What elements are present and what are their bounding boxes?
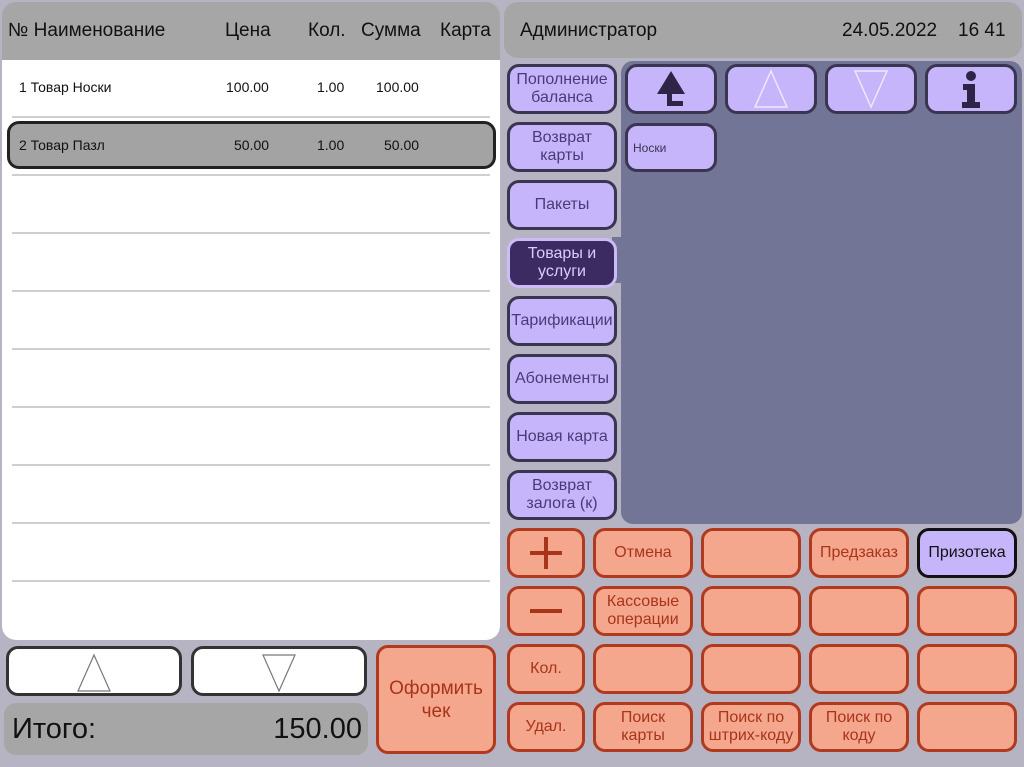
row-name: 2 Товар Пазл <box>19 137 105 153</box>
category-label: Товары и услуги <box>527 245 597 280</box>
row-divider <box>12 580 490 582</box>
go-top-icon <box>657 71 685 106</box>
category-subscriptions[interactable]: Абонементы <box>507 354 617 404</box>
empty-key[interactable] <box>701 644 801 694</box>
empty-key[interactable] <box>593 644 693 694</box>
row-divider <box>12 116 490 118</box>
empty-key[interactable] <box>917 702 1017 752</box>
search-code-label: Поиск по коду <box>825 709 893 744</box>
empty-key[interactable] <box>701 586 801 636</box>
preorder-label: Предзаказ <box>820 544 898 561</box>
category-label: Тарификации <box>511 312 613 329</box>
row-divider <box>12 406 490 408</box>
cash-operations-button[interactable]: Кассовые операции <box>593 586 693 636</box>
search-barcode-button[interactable]: Поиск по штрих-коду <box>701 702 801 752</box>
category-balance-topup[interactable]: Пополнение баланса <box>507 64 617 114</box>
current-time: 16 41 <box>958 20 1006 41</box>
empty-key[interactable] <box>701 528 801 578</box>
row-divider <box>12 290 490 292</box>
search-barcode-label: Поиск по штрих-коду <box>708 709 794 744</box>
minus-icon <box>530 609 562 613</box>
total-value: 150.00 <box>273 713 362 745</box>
user-name: Администратор <box>520 20 658 41</box>
category-label: Пополнение баланса <box>516 71 608 106</box>
category-label: Пакеты <box>534 196 590 213</box>
category-tariffs[interactable]: Тарификации <box>507 296 617 346</box>
row-divider <box>12 348 490 350</box>
product-tile[interactable]: Носки <box>625 123 717 172</box>
search-card-button[interactable]: Поиск карты <box>593 702 693 752</box>
receipt-row-selected[interactable]: 2 Товар Пазл 50.00 1.00 50.00 <box>7 121 496 169</box>
row-divider <box>12 464 490 466</box>
info-button[interactable] <box>925 64 1017 114</box>
scroll-up-button[interactable] <box>6 646 182 696</box>
empty-key[interactable] <box>809 586 909 636</box>
page-down-icon <box>853 70 889 109</box>
prize-store-button[interactable]: Призотека <box>917 528 1017 578</box>
page-up-button[interactable] <box>725 64 817 114</box>
row-qty: 1.00 <box>317 137 345 153</box>
checkout-label: Оформить чек <box>389 677 483 722</box>
row-divider <box>12 522 490 524</box>
row-divider <box>12 174 490 176</box>
plus-button[interactable] <box>507 528 585 578</box>
empty-key[interactable] <box>917 644 1017 694</box>
page-up-icon <box>753 69 789 108</box>
prize-store-label: Призотека <box>928 544 1006 561</box>
checkout-button[interactable]: Оформить чек <box>376 645 496 754</box>
delete-label: Удал. <box>525 718 567 735</box>
quantity-label: Кол. <box>530 660 562 677</box>
plus-icon <box>530 537 562 569</box>
row-price: 100.00 <box>226 79 269 95</box>
category-new-card[interactable]: Новая карта <box>507 412 617 462</box>
row-qty: 1.00 <box>317 79 345 95</box>
category-label: Абонементы <box>514 370 610 387</box>
row-name: 1 Товар Носки <box>19 79 112 95</box>
column-qty: Кол. <box>308 20 346 41</box>
search-card-label: Поиск карты <box>620 709 666 744</box>
column-card: Карта <box>440 20 491 41</box>
info-icon <box>962 71 980 108</box>
current-date: 24.05.2022 <box>842 20 938 41</box>
page-down-button[interactable] <box>825 64 917 114</box>
category-card-return[interactable]: Возврат карты <box>507 122 617 172</box>
search-code-button[interactable]: Поиск по коду <box>809 702 909 752</box>
go-top-button[interactable] <box>625 64 717 114</box>
category-goods-services[interactable]: Товары и услуги <box>507 238 617 288</box>
column-name: № Наименование <box>8 20 166 41</box>
category-label: Возврат залога (к) <box>526 477 598 512</box>
category-packages[interactable]: Пакеты <box>507 180 617 230</box>
delete-button[interactable]: Удал. <box>507 702 585 752</box>
category-label: Новая карта <box>516 428 608 445</box>
column-sum: Сумма <box>361 20 421 41</box>
row-sum: 100.00 <box>376 79 419 95</box>
quantity-button[interactable]: Кол. <box>507 644 585 694</box>
row-price: 50.00 <box>234 137 270 153</box>
row-divider <box>12 232 490 234</box>
admin-header: Администратор 24.05.2022 16 41 <box>504 2 1022 58</box>
cash-operations-label: Кассовые операции <box>606 593 680 628</box>
receipt-row[interactable]: 1 Товар Носки 100.00 1.00 100.00 <box>7 64 496 112</box>
scroll-up-icon <box>77 653 111 692</box>
empty-key[interactable] <box>917 586 1017 636</box>
cancel-button[interactable]: Отмена <box>593 528 693 578</box>
scroll-down-button[interactable] <box>191 646 367 696</box>
preorder-button[interactable]: Предзаказ <box>809 528 909 578</box>
scroll-down-icon <box>262 654 296 693</box>
column-price: Цена <box>225 20 271 41</box>
category-label: Возврат карты <box>532 129 592 164</box>
minus-button[interactable] <box>507 586 585 636</box>
empty-key[interactable] <box>809 644 909 694</box>
receipt-header: № Наименование Цена Кол. Сумма Карта <box>2 2 500 60</box>
total-label: Итого: <box>12 713 97 745</box>
receipt-list: 1 Товар Носки 100.00 1.00 100.00 2 Товар… <box>2 60 500 640</box>
total-box: Итого: 150.00 <box>4 703 368 755</box>
cancel-label: Отмена <box>614 544 672 561</box>
row-sum: 50.00 <box>384 137 420 153</box>
category-deposit-return[interactable]: Возврат залога (к) <box>507 470 617 520</box>
